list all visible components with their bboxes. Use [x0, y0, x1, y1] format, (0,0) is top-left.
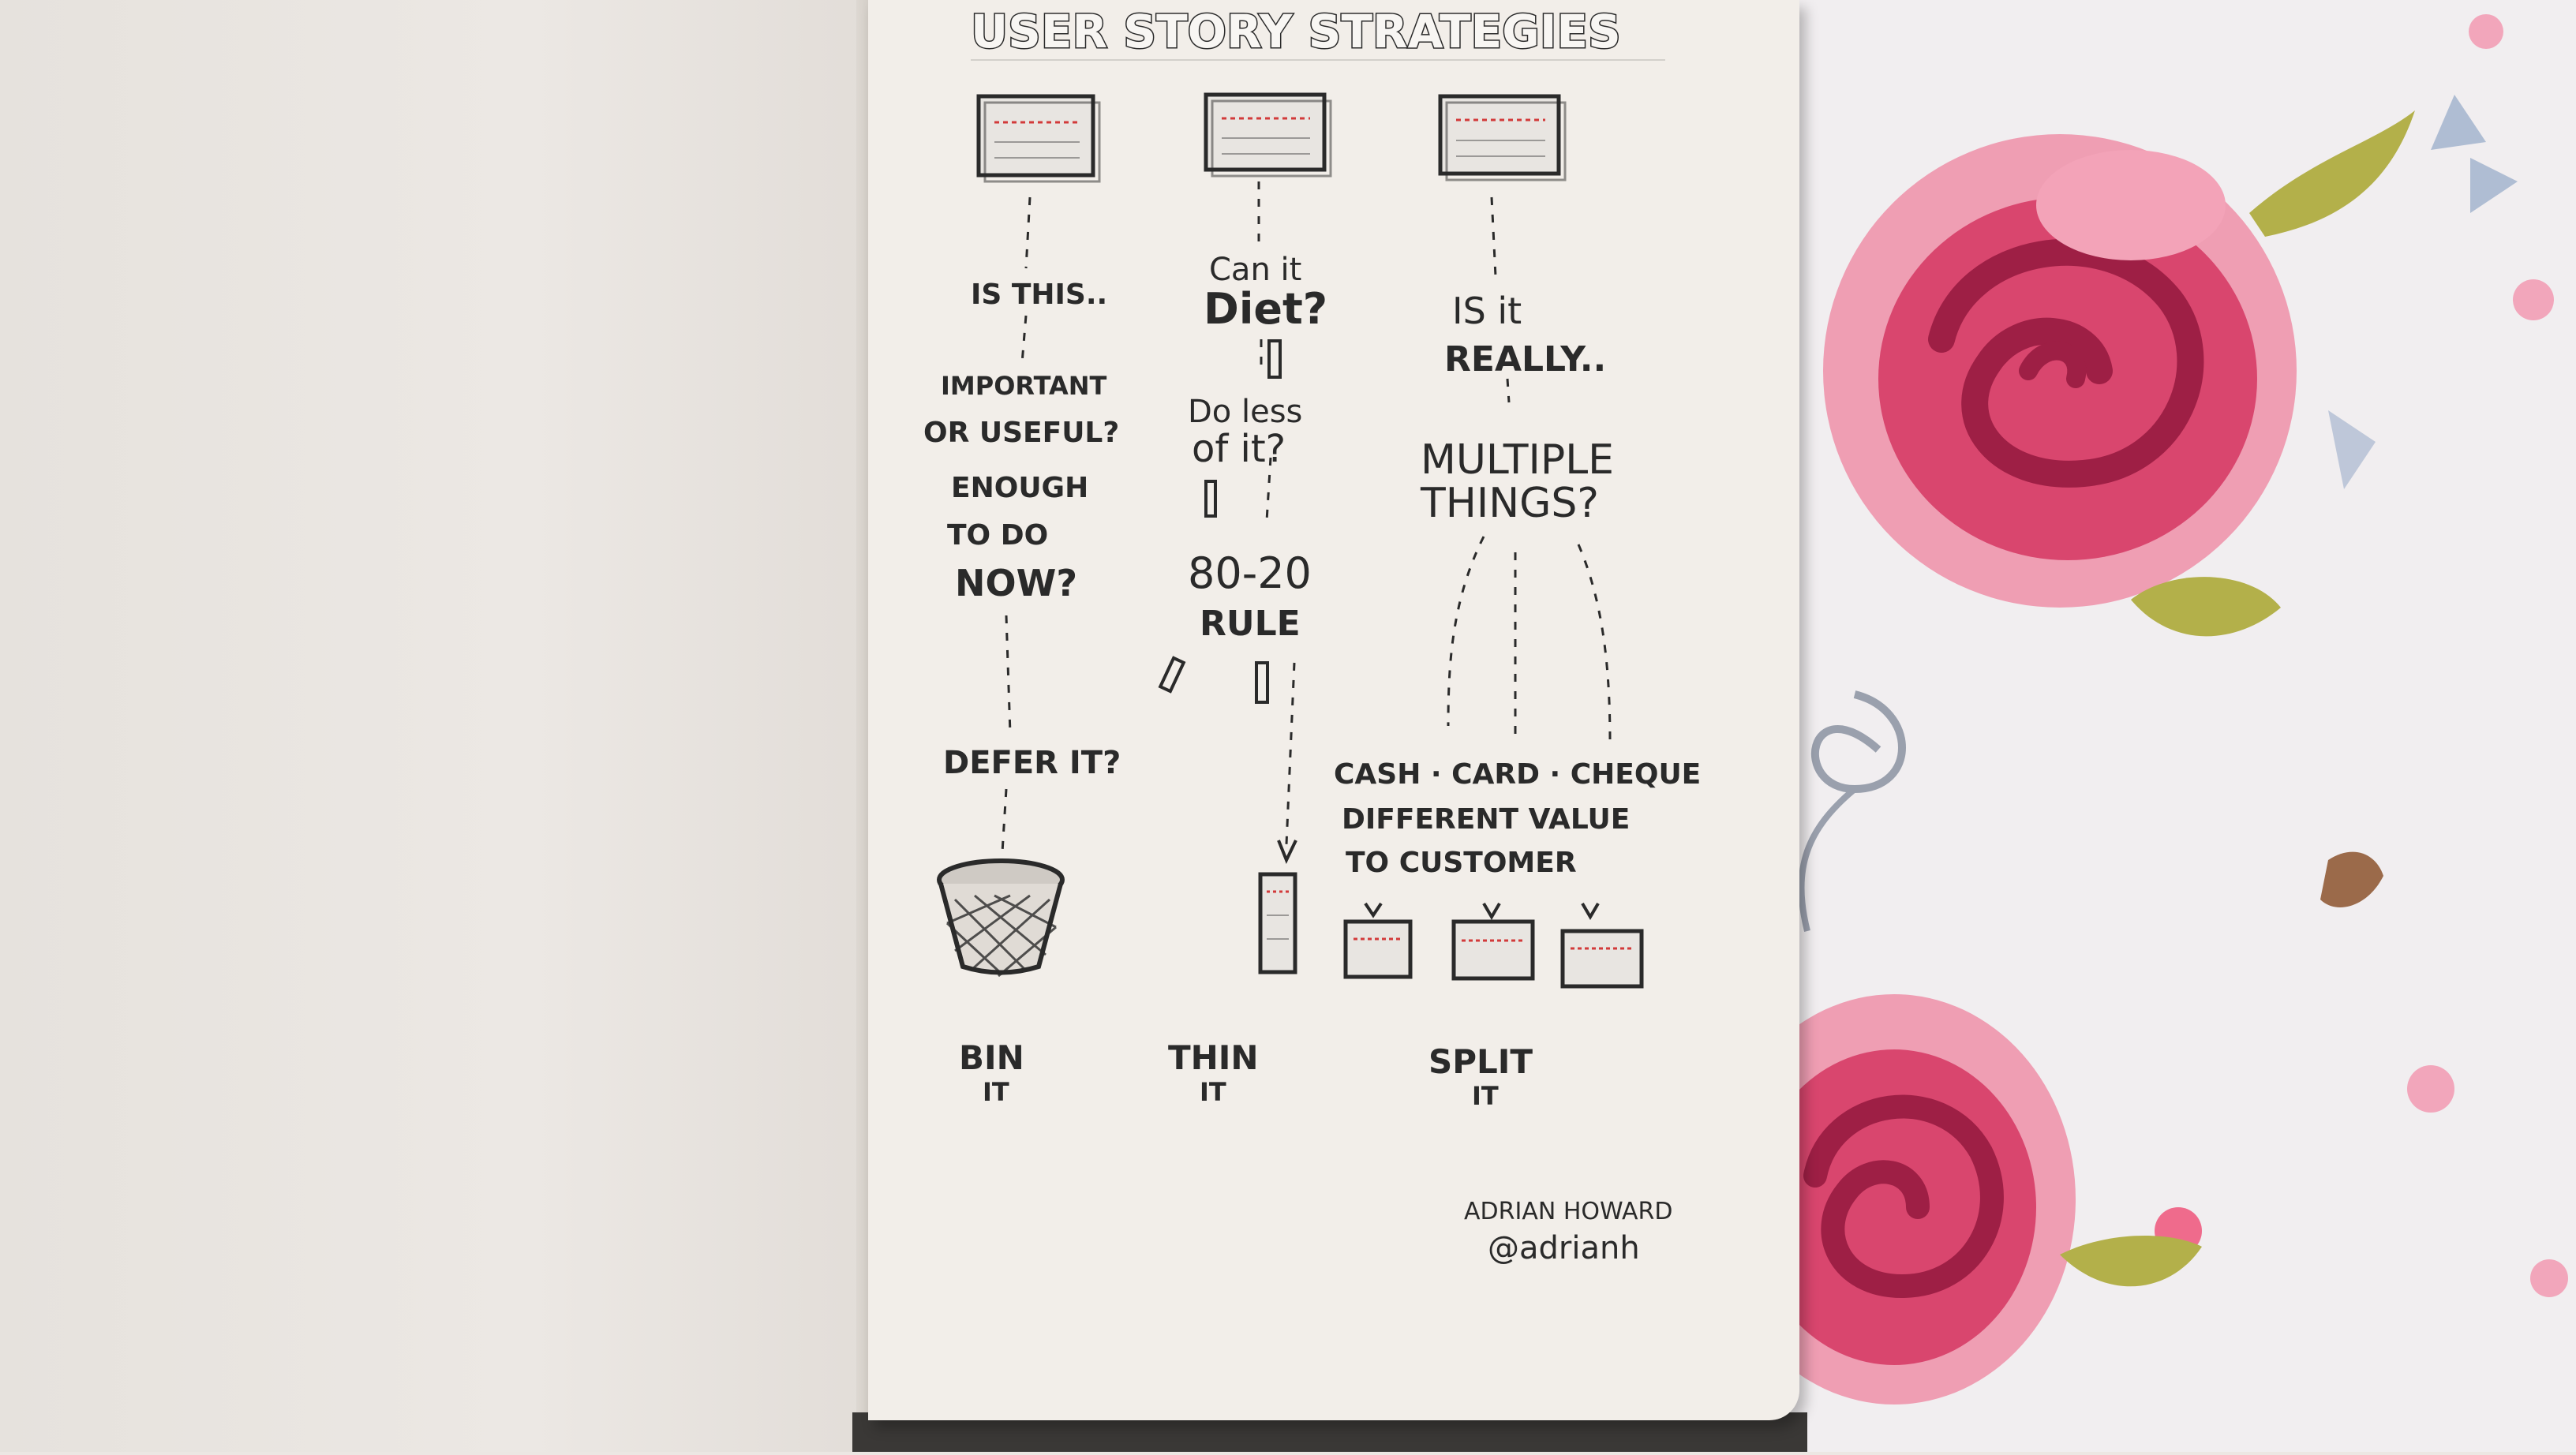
result-label: THIN: [1168, 1038, 1259, 1077]
diagram-title: USER STORY STRATEGIES: [971, 5, 1621, 58]
story-card-icon: [976, 94, 1101, 183]
question-text: of it?: [1192, 427, 1286, 471]
action-question-text: DEFER IT?: [943, 745, 1121, 781]
signature-name: ADRIAN HOWARD: [1464, 1198, 1672, 1225]
question-text: RULE: [1200, 604, 1301, 644]
thin-card-icon: [1258, 872, 1297, 974]
split-note: DIFFERENT VALUE: [1342, 803, 1630, 836]
blank-notebook-page: [0, 0, 876, 1452]
photo-scene: USER STORY STRATEGIES IS THIS.. IMPORTAN…: [0, 0, 2576, 1452]
question-text: OR USEFUL?: [923, 417, 1119, 449]
split-card-icon: [1560, 929, 1644, 989]
signature-handle: @adrianh: [1488, 1230, 1640, 1266]
result-label: SPLIT: [1428, 1042, 1533, 1081]
question-text: Diet?: [1204, 284, 1327, 334]
question-text: NOW?: [955, 562, 1077, 604]
wastebasket-icon: [937, 858, 1065, 978]
result-label: IT: [1472, 1081, 1499, 1111]
sketchnote-diagram: USER STORY STRATEGIES IS THIS.. IMPORTAN…: [923, 4, 1701, 1267]
question-text: Can it: [1209, 252, 1301, 288]
story-card-icon: [1438, 94, 1567, 181]
result-label: IT: [983, 1077, 1009, 1107]
question-text: Do less: [1188, 394, 1302, 430]
floral-fabric-background: [1713, 0, 2576, 1452]
split-note: CASH · CARD · CHEQUE: [1334, 758, 1701, 791]
question-text: TO DO: [947, 519, 1048, 552]
sketchnote-page: USER STORY STRATEGIES IS THIS.. IMPORTAN…: [868, 0, 1799, 1420]
question-text: REALLY..: [1444, 339, 1606, 380]
split-card-icon: [1343, 919, 1413, 979]
rose-pattern-icon: [1713, 14, 2568, 1405]
question-text: THINGS?: [1420, 480, 1599, 527]
result-label: BIN: [959, 1038, 1024, 1077]
question-text: IMPORTANT: [941, 371, 1107, 401]
split-note: TO CUSTOMER: [1346, 847, 1577, 879]
result-label: IT: [1200, 1077, 1226, 1107]
question-text: IS THIS..: [971, 279, 1107, 311]
question-text: ENOUGH: [951, 472, 1088, 504]
split-card-icon: [1451, 919, 1535, 981]
question-text: 80-20: [1188, 548, 1312, 598]
story-card-icon: [1204, 92, 1332, 178]
question-text: IS it: [1452, 290, 1522, 332]
question-text: MULTIPLE: [1421, 436, 1614, 484]
